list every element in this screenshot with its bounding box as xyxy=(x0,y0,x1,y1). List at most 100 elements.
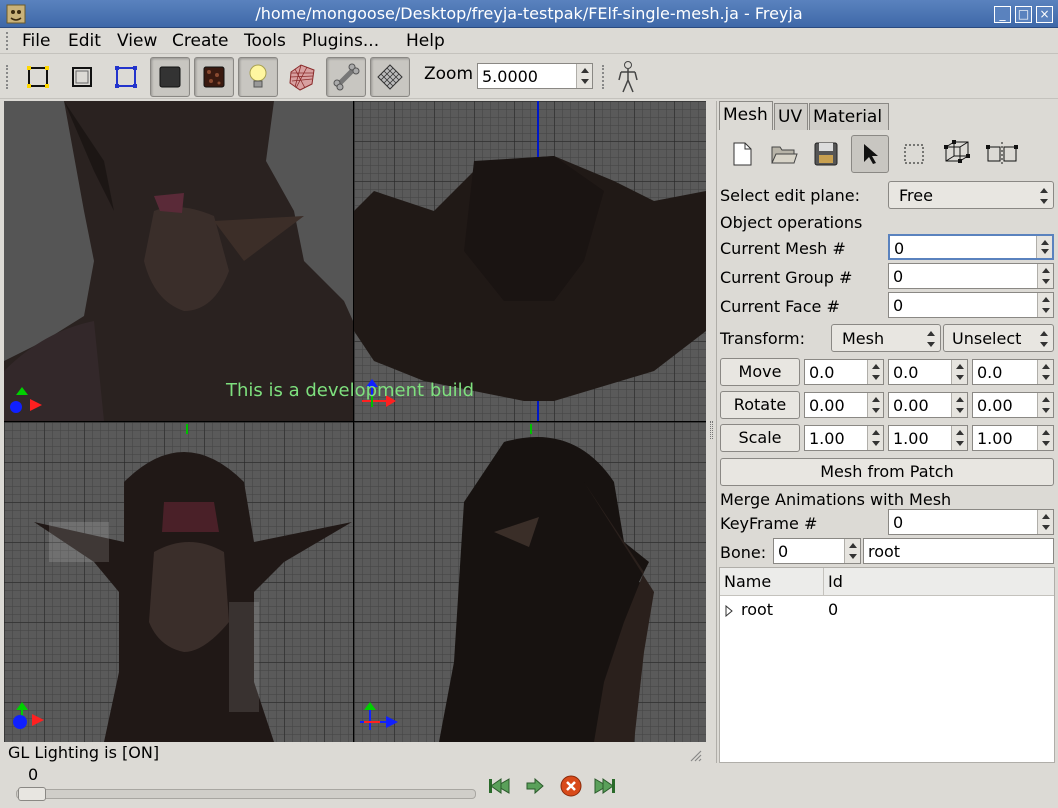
rotate-y-spinner[interactable]: 0.00 xyxy=(888,392,968,418)
select-pointer-button[interactable] xyxy=(851,135,889,173)
rotate-z-spinner[interactable]: 0.00 xyxy=(972,392,1054,418)
tree-header-name[interactable]: Name xyxy=(720,568,824,596)
menubar-grip-handle[interactable] xyxy=(6,32,10,50)
move-y-value[interactable]: 0.0 xyxy=(893,363,918,382)
tab-material[interactable]: Material xyxy=(809,103,889,130)
tree-header-id[interactable]: Id xyxy=(824,568,1054,596)
bone-name-value[interactable]: root xyxy=(868,542,900,561)
bone-name-field[interactable]: root xyxy=(863,538,1054,564)
viewport-side[interactable] xyxy=(354,422,706,742)
expander-triangle-icon[interactable] xyxy=(725,605,733,617)
transform-select-select[interactable]: Unselect xyxy=(943,324,1054,352)
tab-uv[interactable]: UV xyxy=(774,103,808,130)
frame-slider-thumb[interactable] xyxy=(18,787,46,801)
rotate-x-spin-arrows[interactable] xyxy=(867,393,883,417)
rotate-x-spinner[interactable]: 0.00 xyxy=(804,392,884,418)
mirror-select-button[interactable] xyxy=(983,135,1021,173)
select-edge-frame-button[interactable] xyxy=(106,57,146,97)
current-mesh-spin-arrows[interactable] xyxy=(1036,236,1052,258)
minimize-button[interactable]: _ xyxy=(994,6,1011,23)
menu-plugins[interactable]: Plugins... xyxy=(302,31,379,51)
move-y-spinner[interactable]: 0.0 xyxy=(888,359,968,385)
frame-slider-track[interactable] xyxy=(16,789,476,799)
stop-button[interactable] xyxy=(558,773,584,799)
scale-y-value[interactable]: 1.00 xyxy=(893,429,929,448)
menu-create[interactable]: Create xyxy=(172,31,229,51)
tree-row[interactable]: root 0 xyxy=(720,598,1054,624)
rotate-y-spin-arrows[interactable] xyxy=(951,393,967,417)
scale-z-spin-arrows[interactable] xyxy=(1037,426,1053,450)
current-face-spinner[interactable]: 0 xyxy=(888,292,1054,318)
move-z-spin-arrows[interactable] xyxy=(1037,360,1053,384)
mesh-wireframe-button[interactable] xyxy=(282,57,322,97)
menu-file[interactable]: File xyxy=(22,31,50,51)
scale-x-spinner[interactable]: 1.00 xyxy=(804,425,884,451)
keyframe-spinner[interactable]: 0 xyxy=(888,509,1054,535)
skeleton-view-button[interactable] xyxy=(608,57,648,97)
scale-z-spinner[interactable]: 1.00 xyxy=(972,425,1054,451)
maximize-button[interactable]: □ xyxy=(1015,6,1032,23)
move-z-value[interactable]: 0.0 xyxy=(977,363,1002,382)
pane-splitter[interactable] xyxy=(708,101,715,763)
jump-to-start-button[interactable] xyxy=(486,773,512,799)
new-file-button[interactable] xyxy=(723,135,761,173)
current-face-value[interactable]: 0 xyxy=(893,296,903,315)
rotate-z-spin-arrows[interactable] xyxy=(1037,393,1053,417)
keyframe-value[interactable]: 0 xyxy=(893,513,903,532)
viewport-perspective[interactable] xyxy=(4,101,353,421)
keyframe-spin-arrows[interactable] xyxy=(1037,510,1053,534)
current-group-spin-arrows[interactable] xyxy=(1037,264,1053,288)
viewport-area[interactable]: This is a development build xyxy=(4,101,706,742)
menu-view[interactable]: View xyxy=(117,31,157,51)
jump-to-end-button[interactable] xyxy=(592,773,618,799)
zoom-value[interactable]: 5.0000 xyxy=(482,67,538,86)
scale-x-value[interactable]: 1.00 xyxy=(809,429,845,448)
move-button[interactable]: Move xyxy=(720,358,800,386)
bone-tree-view[interactable]: Name Id root 0 xyxy=(719,567,1055,763)
bone-spin-arrows[interactable] xyxy=(844,539,860,563)
grid-toggle-button[interactable] xyxy=(370,57,410,97)
move-z-spinner[interactable]: 0.0 xyxy=(972,359,1054,385)
move-x-value[interactable]: 0.0 xyxy=(809,363,834,382)
mesh-from-patch-button[interactable]: Mesh from Patch xyxy=(720,458,1054,486)
scale-x-spin-arrows[interactable] xyxy=(867,426,883,450)
play-button[interactable] xyxy=(522,773,548,799)
rotate-x-value[interactable]: 0.00 xyxy=(809,396,845,415)
menu-edit[interactable]: Edit xyxy=(68,31,101,51)
select-frame-button[interactable] xyxy=(62,57,102,97)
current-mesh-spinner[interactable]: 0 xyxy=(888,234,1054,260)
move-y-spin-arrows[interactable] xyxy=(951,360,967,384)
save-file-button[interactable] xyxy=(807,135,845,173)
scale-y-spinner[interactable]: 1.00 xyxy=(888,425,968,451)
bone-toggle-button[interactable] xyxy=(326,57,366,97)
scale-y-spin-arrows[interactable] xyxy=(951,426,967,450)
bone-spinner[interactable]: 0 xyxy=(773,538,861,564)
scale-z-value[interactable]: 1.00 xyxy=(977,429,1013,448)
viewport-top[interactable] xyxy=(4,422,353,742)
transform-mode-select[interactable]: Mesh xyxy=(831,324,941,352)
current-group-spinner[interactable]: 0 xyxy=(888,263,1054,289)
move-x-spinner[interactable]: 0.0 xyxy=(804,359,884,385)
select-vertex-frame-button[interactable] xyxy=(18,57,58,97)
viewport-front[interactable] xyxy=(354,101,706,421)
box-select-button[interactable] xyxy=(895,135,933,173)
bone-value[interactable]: 0 xyxy=(778,542,788,561)
zoom-spinner[interactable]: 5.0000 xyxy=(477,63,593,89)
open-file-button[interactable] xyxy=(765,135,803,173)
toolbar-grip-handle[interactable] xyxy=(6,65,10,89)
rotate-z-value[interactable]: 0.00 xyxy=(977,396,1013,415)
menu-help[interactable]: Help xyxy=(406,31,445,51)
scale-button[interactable]: Scale xyxy=(720,424,800,452)
edit-plane-select[interactable]: Free xyxy=(888,181,1054,209)
current-mesh-value[interactable]: 0 xyxy=(894,239,904,258)
close-button[interactable]: × xyxy=(1036,6,1053,23)
tab-mesh[interactable]: Mesh xyxy=(719,101,773,130)
vertex-select-button[interactable] xyxy=(939,135,977,173)
menu-tools[interactable]: Tools xyxy=(244,31,286,51)
lighting-toggle-button[interactable] xyxy=(238,57,278,97)
texture-shading-button[interactable] xyxy=(194,57,234,97)
rotate-button[interactable]: Rotate xyxy=(720,391,800,419)
current-group-value[interactable]: 0 xyxy=(893,267,903,286)
zoom-spin-arrows[interactable] xyxy=(576,64,592,88)
rotate-y-value[interactable]: 0.00 xyxy=(893,396,929,415)
